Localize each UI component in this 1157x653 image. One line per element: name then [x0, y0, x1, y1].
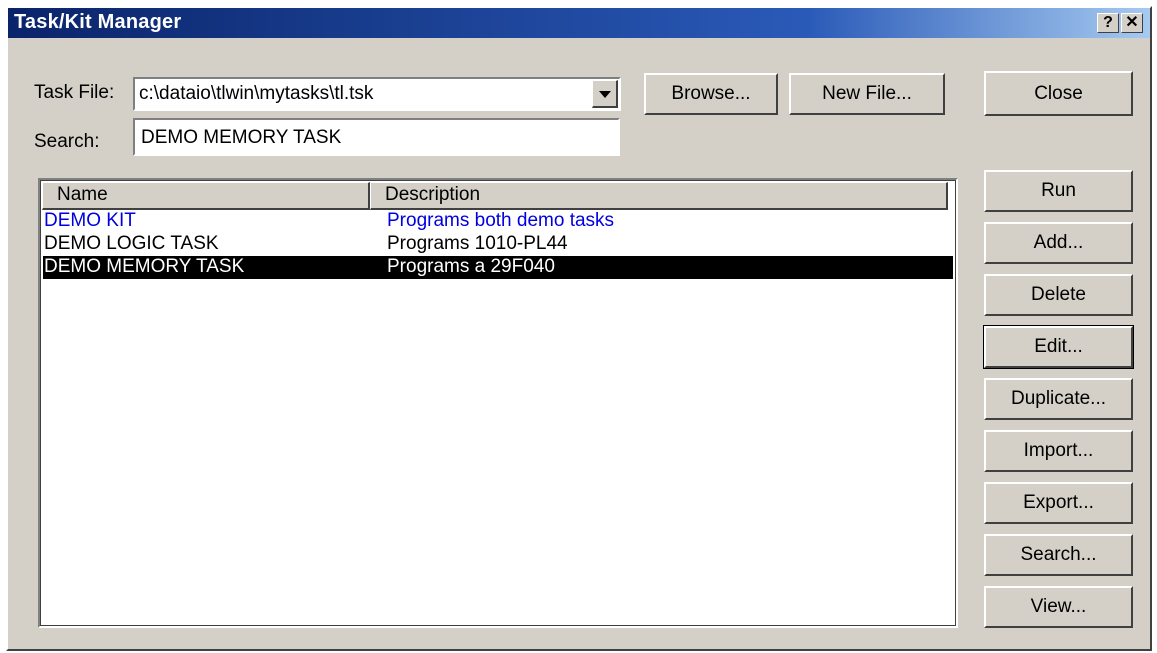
- task-file-dropdown-button[interactable]: [592, 80, 618, 108]
- search-button-label: Search...: [1020, 544, 1097, 565]
- delete-button[interactable]: Delete: [984, 274, 1133, 316]
- duplicate-button[interactable]: Duplicate...: [984, 378, 1133, 420]
- delete-button-label: Delete: [1031, 284, 1086, 305]
- edit-button[interactable]: Edit...: [983, 325, 1134, 369]
- list-item-name: DEMO KIT: [44, 210, 136, 231]
- view-button-label: View...: [1030, 596, 1087, 617]
- edit-button-label: Edit...: [1034, 336, 1083, 357]
- chevron-down-icon: [599, 91, 611, 98]
- export-button[interactable]: Export...: [984, 482, 1133, 524]
- list-item-name: DEMO MEMORY TASK: [44, 256, 245, 277]
- list-item[interactable]: DEMO LOGIC TASK Programs 1010-PL44: [43, 233, 953, 256]
- task-kit-manager-dialog: Task/Kit Manager ? ✕ Task File: c:\datai…: [6, 6, 1152, 651]
- search-label: Search:: [34, 131, 100, 152]
- column-header-description-label: Description: [385, 184, 481, 205]
- add-button-label: Add...: [1033, 232, 1084, 253]
- run-button[interactable]: Run: [984, 170, 1133, 212]
- help-button[interactable]: ?: [1097, 13, 1119, 33]
- export-button-label: Export...: [1023, 492, 1094, 513]
- close-button-label: Close: [1034, 82, 1083, 104]
- import-button[interactable]: Import...: [984, 430, 1133, 472]
- list-item-selected[interactable]: DEMO MEMORY TASK Programs a 29F040: [43, 256, 953, 279]
- close-window-button[interactable]: ✕: [1121, 13, 1143, 33]
- browse-button-label: Browse...: [671, 83, 751, 104]
- search-input-value: DEMO MEMORY TASK: [141, 127, 342, 148]
- task-file-label: Task File:: [34, 82, 115, 103]
- list-item-description: Programs 1010-PL44: [387, 233, 568, 254]
- run-button-label: Run: [1041, 180, 1076, 201]
- task-file-combobox[interactable]: c:\dataio\tlwin\mytasks\tl.tsk: [133, 77, 621, 111]
- import-button-label: Import...: [1023, 440, 1094, 461]
- window-title: Task/Kit Manager: [14, 11, 182, 33]
- search-input[interactable]: DEMO MEMORY TASK: [133, 118, 620, 156]
- column-header-description[interactable]: Description: [370, 182, 948, 210]
- close-button[interactable]: Close: [984, 71, 1133, 116]
- list-item-description: Programs a 29F040: [387, 256, 555, 277]
- column-header-name[interactable]: Name: [42, 182, 370, 210]
- add-button[interactable]: Add...: [984, 222, 1133, 264]
- task-list[interactable]: Name Description DEMO KIT Programs both …: [38, 178, 958, 628]
- column-header-name-label: Name: [57, 184, 108, 205]
- view-button[interactable]: View...: [984, 586, 1133, 628]
- list-item-description: Programs both demo tasks: [387, 210, 615, 231]
- browse-button[interactable]: Browse...: [644, 73, 778, 115]
- new-file-button-label: New File...: [822, 83, 912, 104]
- list-item[interactable]: DEMO KIT Programs both demo tasks: [43, 210, 953, 233]
- task-file-value: c:\dataio\tlwin\mytasks\tl.tsk: [139, 83, 374, 104]
- duplicate-button-label: Duplicate...: [1010, 388, 1107, 409]
- list-item-name: DEMO LOGIC TASK: [44, 233, 219, 254]
- title-bar[interactable]: Task/Kit Manager ? ✕: [8, 8, 1150, 38]
- new-file-button[interactable]: New File...: [789, 73, 945, 115]
- search-button[interactable]: Search...: [984, 534, 1133, 576]
